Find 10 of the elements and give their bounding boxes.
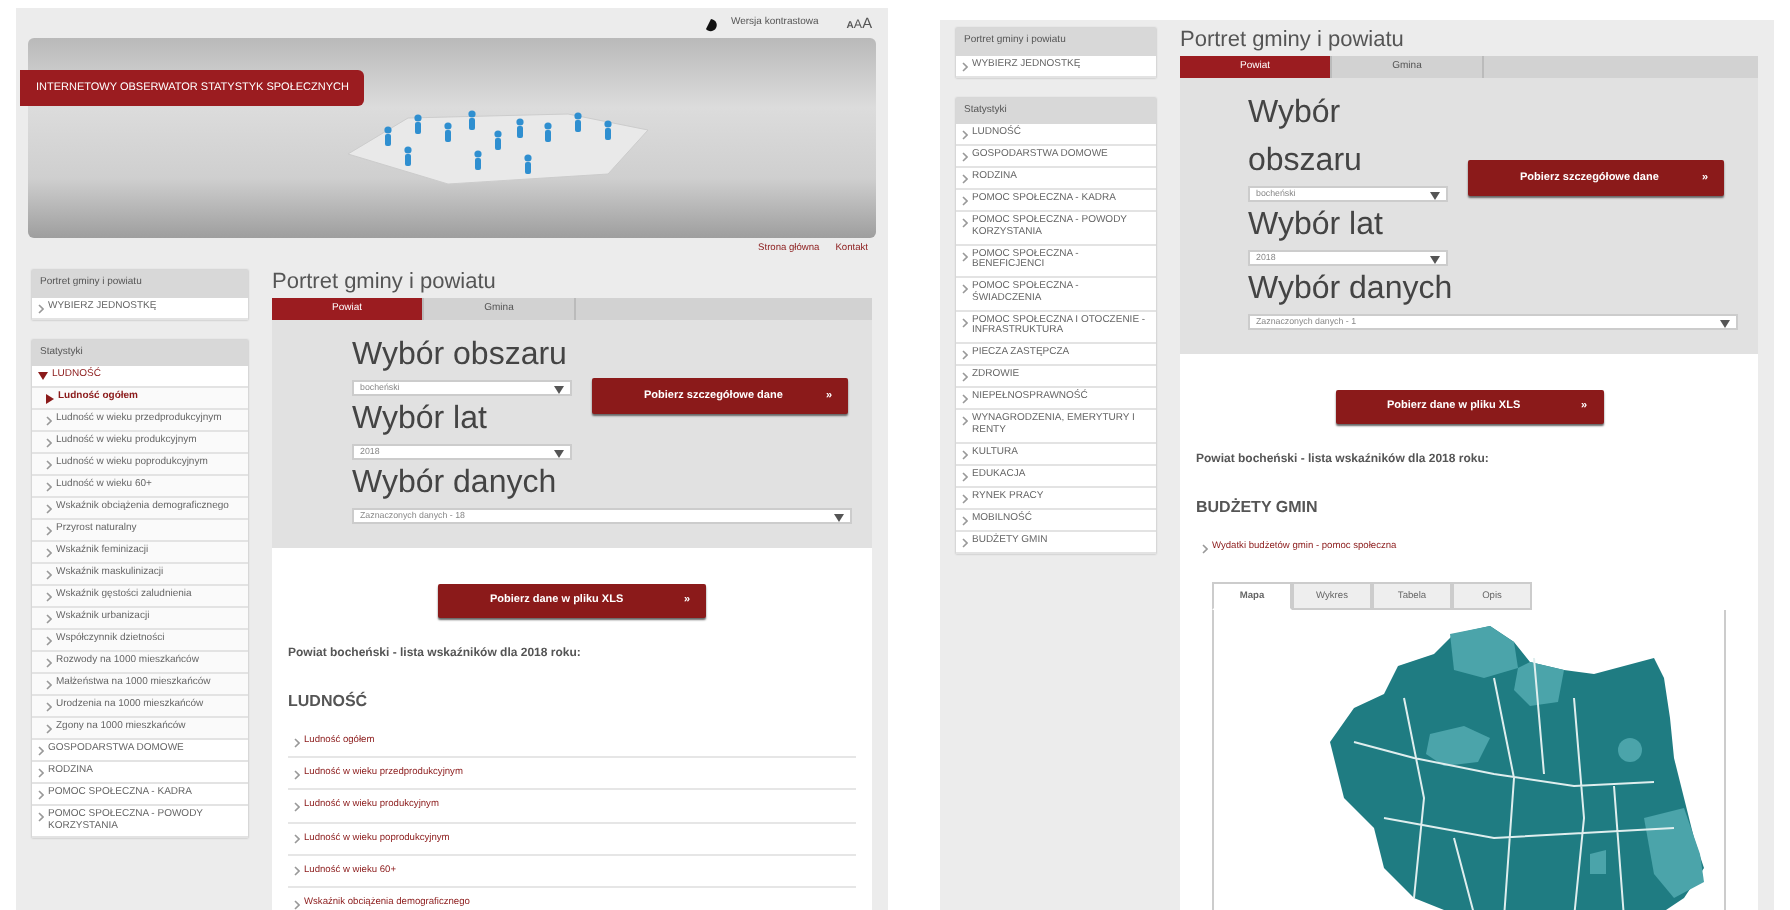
field-label: Wybór obszaru: [352, 336, 569, 377]
field-label: Wybór lat: [352, 400, 489, 441]
page-title: Portret gminy i powiatu: [1180, 28, 1406, 53]
field-label: Wybór obszaru: [1248, 94, 1364, 183]
section-heading: LUDNOŚĆ: [288, 690, 370, 715]
section-heading: BUDŻETY GMIN: [1196, 496, 1320, 521]
field-label: Wybór danych: [1248, 270, 1455, 311]
page-title: Portret gminy i powiatu: [272, 270, 498, 295]
field-label: Wybór danych: [352, 464, 559, 505]
field-label: Wybór lat: [1248, 206, 1385, 247]
